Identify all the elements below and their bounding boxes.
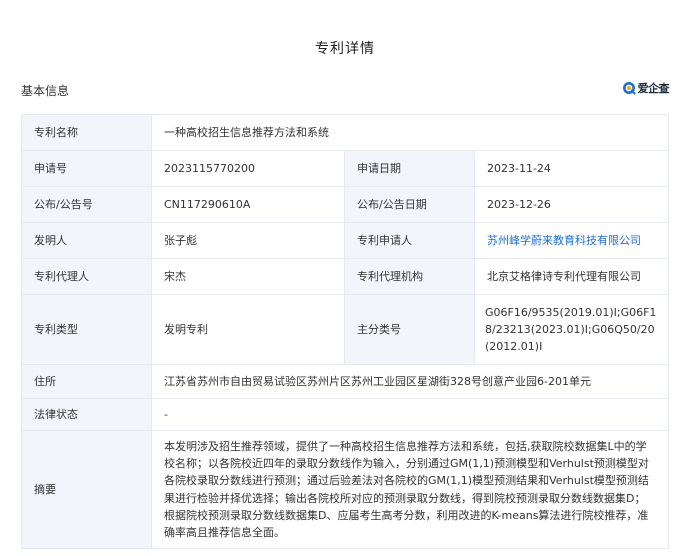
application-no-value: 2023115770200 <box>151 150 345 187</box>
address-label: 住所 <box>21 364 152 399</box>
address-value: 江苏省苏州市自由贸易试验区苏州片区苏州工业园区星湖街328号创意产业园6-201… <box>150 364 670 399</box>
application-date-label: 申请日期 <box>344 150 475 187</box>
main-class-value: G06F16/9535(2019.01)I;G06F18/23213(2023.… <box>473 294 670 365</box>
table-row: 住所 江苏省苏州市自由贸易试验区苏州片区苏州工业园区星湖街328号创意产业园6-… <box>21 364 670 399</box>
page-title: 专利详情 <box>315 41 375 57</box>
table-row: 专利类型 发明专利 主分类号 G06F16/9535(2019.01)I;G06… <box>21 294 670 365</box>
patent-type-label: 专利类型 <box>21 294 152 365</box>
table-row: 专利代理人 宋杰 专利代理机构 北京艾格律诗专利代理有限公司 <box>21 258 670 295</box>
table-row: 申请号 2023115770200 申请日期 2023-11-24 <box>21 150 670 187</box>
brand-name: 爱企查 <box>637 82 670 95</box>
section-title: 基本信息 <box>21 84 70 98</box>
brand-logo[interactable]: 爱企查 <box>622 80 670 96</box>
application-date-value: 2023-11-24 <box>473 150 670 187</box>
applicant-link[interactable]: 苏州峰学蔚来教育科技有限公司 <box>473 222 670 259</box>
agency-label: 专利代理机构 <box>344 258 475 295</box>
abstract-label: 摘要 <box>21 430 152 549</box>
abstract-value: 本发明涉及招生推荐领域，提供了一种高校招生信息推荐方法和系统，包括,获取院校数据… <box>150 430 670 549</box>
qichacha-logo-icon <box>622 82 636 95</box>
applicant-label: 专利申请人 <box>344 222 475 259</box>
patent-type-value: 发明专利 <box>151 294 345 365</box>
main-class-label: 主分类号 <box>344 294 475 365</box>
table-row: 法律状态 - <box>21 398 670 431</box>
legal-status-value: - <box>150 398 670 431</box>
agent-value: 宋杰 <box>151 258 345 295</box>
table-row: 公布/公告号 CN117290610A 公布/公告日期 2023-12-26 <box>21 186 670 223</box>
inventor-value: 张子彪 <box>151 222 345 259</box>
table-row: 摘要 本发明涉及招生推荐领域，提供了一种高校招生信息推荐方法和系统，包括,获取院… <box>21 430 670 549</box>
agent-label: 专利代理人 <box>21 258 152 295</box>
legal-status-label: 法律状态 <box>21 398 152 431</box>
application-no-label: 申请号 <box>21 150 152 187</box>
table-row: 专利名称 一种高校招生信息推荐方法和系统 <box>21 114 670 151</box>
patent-name-value: 一种高校招生信息推荐方法和系统 <box>150 114 670 151</box>
publication-date-label: 公布/公告日期 <box>344 186 475 223</box>
agency-value: 北京艾格律诗专利代理有限公司 <box>473 258 670 295</box>
publication-no-label: 公布/公告号 <box>21 186 152 223</box>
publication-no-value: CN117290610A <box>151 186 345 223</box>
table-row: 发明人 张子彪 专利申请人 苏州峰学蔚来教育科技有限公司 <box>21 222 670 259</box>
patent-info-table: 专利名称 一种高校招生信息推荐方法和系统 申请号 2023115770200 申… <box>21 114 670 549</box>
publication-date-value: 2023-12-26 <box>473 186 670 223</box>
patent-name-label: 专利名称 <box>21 114 152 151</box>
inventor-label: 发明人 <box>21 222 152 259</box>
